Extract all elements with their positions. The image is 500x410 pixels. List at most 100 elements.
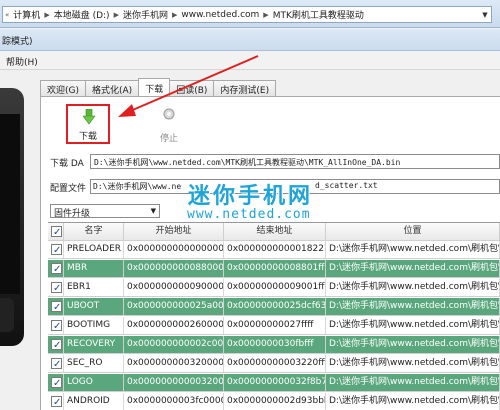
table-row[interactable]: SEC_RO0x00000000032000000x00000000003220… [48,355,500,373]
table-row[interactable]: RECOVERY0x000000000002c000000x0000000030… [48,336,500,354]
cell-location[interactable]: D:\迷你手机网\www.netded.com\刷机包\ [326,355,500,373]
cell-location[interactable]: D:\迷你手机网\www.netded.com\刷机包\ [326,260,500,278]
row-checkbox-cell[interactable] [48,374,64,392]
cell-name: BOOTIMG [64,317,124,335]
breadcrumb-local-disk[interactable]: 本地磁盘 (D:) [52,8,112,21]
table-header: 名字 开始地址 结束地址 位置 [48,223,500,241]
chevron-right-icon[interactable]: ▶ [112,11,121,19]
cell-start: 0x0000000003fc0000 [124,393,224,410]
header-location[interactable]: 位置 [326,223,500,241]
menu-bar: 帮助(H) [0,52,500,70]
chevron-right-icon[interactable]: ▶ [42,11,51,19]
row-checkbox-cell[interactable] [48,298,64,316]
partition-table: 名字 开始地址 结束地址 位置 PRELOADER0x0000000000000… [48,222,500,410]
table-row[interactable]: PRELOADER0x00000000000000000x00000000000… [48,241,500,259]
tab-welcome[interactable]: 欢迎(G) [40,80,86,96]
row-checkbox-cell[interactable] [48,336,64,354]
checkbox-icon[interactable] [51,261,62,277]
window-title-bar: 踪模式) [0,29,500,51]
table-row[interactable]: EBR10x00000000009000000x00000000009001ff… [48,279,500,297]
chevron-right-icon[interactable]: ▶ [261,11,270,19]
cell-start: 0x0000000002600000 [124,317,224,335]
header-name[interactable]: 名字 [64,223,124,241]
cell-location[interactable]: D:\迷你手机网\www.netded.com\刷机包\ [326,317,500,335]
breadcrumb-folder-site[interactable]: 迷你手机网 [121,8,170,21]
download-agent-label: 下载 DA [50,159,84,169]
cell-end: 0x0000000000018227 [224,241,326,259]
table-row[interactable]: LOGO0x00000000000320000000x000000000032f… [48,374,500,392]
phone-image [0,88,24,346]
tab-readback[interactable]: 回读(B) [169,80,215,96]
cell-location[interactable]: D:\迷你手机网\www.netded.com\刷机包\ [326,374,500,392]
cell-end: 0x0000000030fbfff [224,336,326,354]
table-row[interactable]: ANDROID0x0000000003fc00000x0000000002d93… [48,393,500,410]
cell-end: 0x00000000008801ff [224,260,326,278]
checkbox-icon[interactable] [51,280,62,296]
scatter-file-path: D:\迷你手机网\www.ne [93,182,182,191]
window-title: 踪模式) [2,37,33,47]
tab-download[interactable]: 下载 [138,78,171,96]
chevron-down-icon[interactable]: ▼ [479,11,491,19]
table-row[interactable]: UBOOT0x000000000025a00000x00000000025dcf… [48,298,500,316]
checkbox-icon[interactable] [51,242,62,258]
cell-end: 0x000000000032f8b7b [224,374,326,392]
cell-name: PRELOADER [64,241,124,259]
row-checkbox-cell[interactable] [48,393,64,410]
cell-location[interactable]: D:\迷你手机网\www.netded.com\刷机包\ [326,298,500,316]
explorer-address-bar: « 计算机 ▶ 本地磁盘 (D:) ▶ 迷你手机网 ▶ www.netded.c… [0,0,500,28]
chevron-down-icon: ▼ [150,207,156,215]
mode-select[interactable]: 固件升级 ▼ [50,204,160,219]
checkbox-icon[interactable] [51,394,62,410]
cell-location[interactable]: D:\迷你手机网\www.netded.com\刷机包\ [326,336,500,354]
download-button-label: 下载 [78,132,97,142]
stop-button-label: 停止 [159,134,178,144]
table-row[interactable]: MBR0x00000000008800000x00000000008801ffD… [48,260,500,278]
chevron-right-icon[interactable]: ▶ [170,11,179,19]
cell-start: 0x000000000025a0000 [124,298,224,316]
menu-help[interactable]: 帮助(H) [6,55,38,68]
breadcrumb-folder-url[interactable]: www.netded.com [179,10,261,20]
row-checkbox-cell[interactable] [48,355,64,373]
cell-end: 0x00000000003220fff [224,355,326,373]
cell-end: 0x00000000025dcf63 [224,298,326,316]
tab-memory-test[interactable]: 内存测试(E) [213,80,277,96]
download-agent-field[interactable]: D:\迷你手机网\www.netded.com\MTK刷机工具教程驱动\MTK_… [90,154,500,169]
checkbox-icon[interactable] [51,375,62,391]
mode-select-value: 固件升级 [54,209,91,219]
cell-start: 0x000000000002c00000 [124,336,224,354]
cell-name: EBR1 [64,279,124,297]
tab-format[interactable]: 格式化(A) [85,80,140,96]
cell-location[interactable]: D:\迷你手机网\www.netded.com\刷机包\ [326,393,500,410]
breadcrumb-computer[interactable]: 计算机 [11,8,42,21]
cell-start: 0x0000000000900000 [124,279,224,297]
stop-button[interactable]: 停止 [147,104,191,144]
header-start[interactable]: 开始地址 [124,223,224,241]
cell-name: ANDROID [64,393,124,410]
checkbox-icon[interactable] [51,356,62,372]
row-checkbox-cell[interactable] [48,317,64,335]
row-checkbox-cell[interactable] [48,260,64,278]
cell-end: 0x00000000027ffff [224,317,326,335]
header-checkbox-cell[interactable] [48,223,64,241]
breadcrumb-folder-tools[interactable]: MTK刷机工具教程驱动 [271,8,366,21]
checkbox-icon[interactable] [51,318,62,334]
scatter-file-name: d_scatter.txt [315,181,378,190]
cell-location[interactable]: D:\迷你手机网\www.netded.com\刷机包\ [326,279,500,297]
table-row[interactable]: BOOTIMG0x00000000026000000x00000000027ff… [48,317,500,335]
download-button[interactable]: 下载 [66,104,110,144]
phone-screen [0,114,20,294]
watermark-url: www.netded.com [187,207,311,222]
cell-start: 0x0000000000000000 [124,241,224,259]
cell-location[interactable]: D:\迷你手机网\www.netded.com\刷机包\ [326,241,500,259]
checkbox-icon[interactable] [51,299,62,315]
checkbox-icon[interactable] [51,224,62,240]
row-checkbox-cell[interactable] [48,241,64,259]
checkbox-icon[interactable] [51,337,62,353]
download-arrow-icon [83,109,95,125]
cell-name: SEC_RO [64,355,124,373]
header-end[interactable]: 结束地址 [224,223,326,241]
address-box[interactable]: « 计算机 ▶ 本地磁盘 (D:) ▶ 迷你手机网 ▶ www.netded.c… [2,6,492,23]
tab-bar: 欢迎(G) 格式化(A) 下载 回读(B) 内存测试(E) [40,78,277,96]
row-checkbox-cell[interactable] [48,279,64,297]
cell-start: 0x0000000000880000 [124,260,224,278]
